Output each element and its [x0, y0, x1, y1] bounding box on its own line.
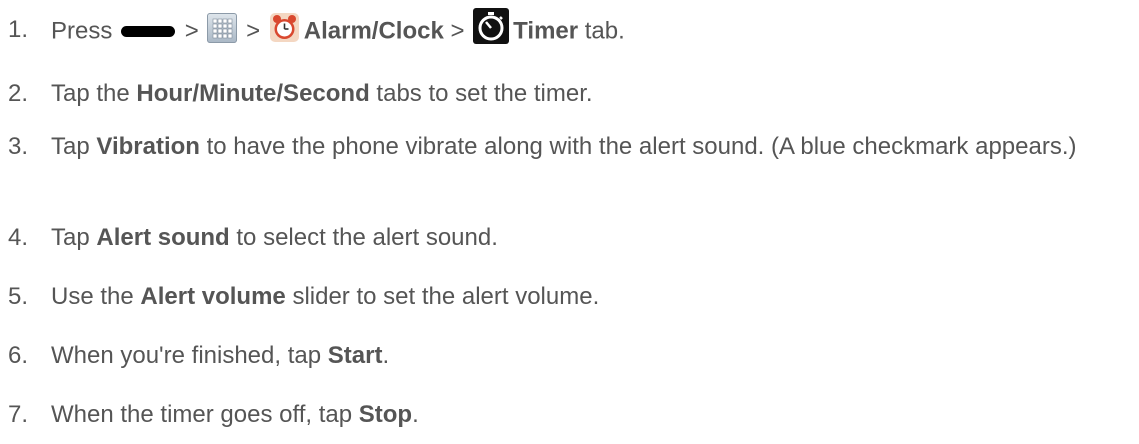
- step-bold-text: Alert volume: [140, 283, 286, 310]
- step-pre-text: Tap: [51, 133, 90, 160]
- alarm-clock-label: Alarm/Clock: [303, 17, 444, 45]
- step-pre-text: Tap: [51, 224, 90, 251]
- separator: >: [246, 17, 261, 45]
- step-bold-text: Vibration: [96, 133, 200, 160]
- step-post-text: .: [382, 342, 390, 369]
- separator: >: [184, 17, 199, 45]
- step-bold-text: Start: [327, 342, 383, 369]
- step-post-text: to have the phone vibrate along with the…: [206, 133, 1077, 160]
- step-pre-text: Use the: [51, 283, 134, 310]
- step-number: 3.: [8, 133, 29, 160]
- step-7: 7. When the timer goes off, tap Stop.: [0, 399, 1139, 430]
- step-bold-text: Hour/Minute/Second: [136, 80, 370, 107]
- step-bold-text: Stop: [358, 401, 413, 428]
- step-pre-text: Tap the: [51, 80, 130, 107]
- step-number: 7.: [8, 401, 29, 428]
- step-number: 5.: [8, 283, 29, 310]
- step-number: 2.: [8, 80, 29, 107]
- step-1: 1. Press > > Alarm/Clock > Timer tab.: [0, 8, 1139, 50]
- step-post-text: slider to set the alert volume.: [292, 283, 600, 310]
- tab-text: tab.: [584, 17, 625, 45]
- step-text: Tap Alert sound to select the alert soun…: [51, 222, 1133, 253]
- timer-icon: [473, 8, 510, 44]
- home-key-icon: [121, 25, 176, 37]
- step-3: 3. Tap Vibration to have the phone vibra…: [0, 131, 1139, 162]
- step-number: 1.: [8, 16, 29, 43]
- step-pre-text: When you're finished, tap: [51, 342, 322, 369]
- step-post-text: .: [412, 401, 419, 428]
- step-text: When the timer goes off, tap Stop.: [51, 399, 1133, 430]
- step-text: Press > > Alarm/Clock > Timer tab.: [51, 8, 1133, 50]
- step-pre-text: When the timer goes off, tap: [51, 401, 353, 428]
- step-2: 2. Tap the Hour/Minute/Second tabs to se…: [0, 78, 1139, 109]
- step-bold-text: Alert sound: [96, 224, 230, 251]
- step-text: Use the Alert volume slider to set the a…: [51, 281, 1133, 312]
- apps-grid-icon: [207, 13, 238, 43]
- step-6: 6. When you're finished, tap Start.: [0, 340, 1139, 371]
- separator: >: [450, 17, 465, 45]
- step-number: 6.: [8, 342, 29, 369]
- step-text: Tap Vibration to have the phone vibrate …: [51, 131, 1133, 162]
- press-text: Press: [51, 17, 113, 45]
- step-number: 4.: [8, 224, 29, 251]
- step-5: 5. Use the Alert volume slider to set th…: [0, 281, 1139, 312]
- instruction-list: 1. Press > > Alarm/Clock > Timer tab. 2.…: [0, 0, 1139, 444]
- step-post-text: to select the alert sound.: [236, 224, 498, 251]
- step-post-text: tabs to set the timer.: [376, 80, 593, 107]
- step-text: Tap the Hour/Minute/Second tabs to set t…: [51, 78, 1133, 109]
- timer-label: Timer: [513, 17, 579, 45]
- step-text: When you're finished, tap Start.: [51, 340, 1133, 371]
- alarm-clock-icon: [269, 12, 300, 43]
- step-4: 4. Tap Alert sound to select the alert s…: [0, 222, 1139, 253]
